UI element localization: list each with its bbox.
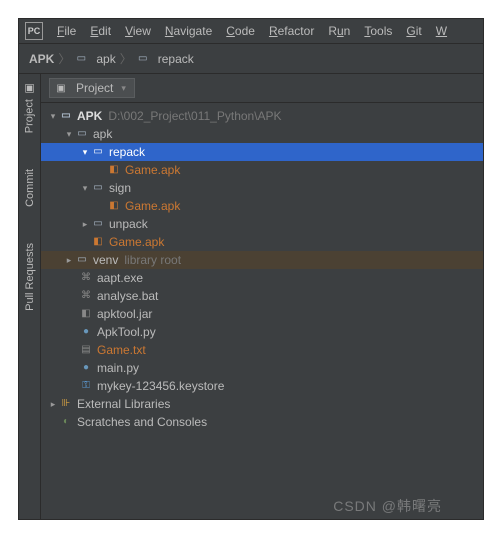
tree-label: main.py bbox=[97, 359, 139, 377]
folder-icon: ▭ bbox=[75, 127, 89, 141]
project-view-selector[interactable]: ▣ Project ▾ bbox=[49, 78, 135, 98]
menu-git[interactable]: Git bbox=[400, 22, 427, 40]
tree-label: mykey-123456.keystore bbox=[97, 377, 224, 395]
module-icon: ▭ bbox=[59, 109, 73, 123]
folder-icon: ▭ bbox=[136, 52, 150, 66]
menu-window[interactable]: W bbox=[430, 22, 453, 40]
tree-folder-repack[interactable]: ▭ repack bbox=[41, 143, 483, 161]
tree-label: External Libraries bbox=[77, 395, 170, 413]
tree-label: Game.apk bbox=[125, 161, 180, 179]
exe-file-icon: ⌘ bbox=[79, 271, 93, 285]
tree-file-sign-game[interactable]: ◧ Game.apk bbox=[41, 197, 483, 215]
expand-toggle[interactable] bbox=[47, 395, 59, 413]
project-icon: ▣ bbox=[23, 82, 36, 95]
menu-view[interactable]: View bbox=[119, 22, 157, 40]
keystore-file-icon: ⚿ bbox=[79, 379, 93, 393]
folder-icon: ▭ bbox=[74, 52, 88, 66]
apk-file-icon: ◧ bbox=[107, 199, 121, 213]
breadcrumb-item-apk[interactable]: ▭ apk bbox=[74, 52, 115, 66]
folder-icon: ▭ bbox=[91, 181, 105, 195]
tree-file-repack-game[interactable]: ◧ Game.apk bbox=[41, 161, 483, 179]
python-file-icon: ● bbox=[79, 325, 93, 339]
tree-label: sign bbox=[109, 179, 131, 197]
left-toolstrip: Project▣ Commit Pull Requests bbox=[19, 74, 41, 519]
tool-tab-pullrequests[interactable]: Pull Requests bbox=[24, 239, 36, 315]
expand-toggle[interactable] bbox=[63, 125, 75, 143]
menu-file[interactable]: File bbox=[51, 22, 82, 40]
menu-refactor[interactable]: Refactor bbox=[263, 22, 320, 40]
ide-window: PC File Edit View Navigate Code Refactor… bbox=[18, 18, 484, 520]
chevron-right-icon: 〉 bbox=[120, 50, 132, 67]
jar-file-icon: ◧ bbox=[79, 307, 93, 321]
project-icon: ▣ bbox=[54, 81, 68, 95]
menu-code[interactable]: Code bbox=[220, 22, 261, 40]
scratches-icon: ◐ bbox=[59, 415, 73, 429]
tree-file-apktoolpy[interactable]: ● ApkTool.py bbox=[41, 323, 483, 341]
folder-icon: ▭ bbox=[75, 253, 89, 267]
tree-label: apk bbox=[93, 125, 112, 143]
text-file-icon: ▤ bbox=[79, 343, 93, 357]
breadcrumb-root[interactable]: APK bbox=[29, 52, 54, 66]
tree-file-mainpy[interactable]: ● main.py bbox=[41, 359, 483, 377]
menu-run[interactable]: Run bbox=[322, 22, 356, 40]
tree-label: venv bbox=[93, 251, 118, 269]
apk-file-icon: ◧ bbox=[91, 235, 105, 249]
main-menubar: PC File Edit View Navigate Code Refactor… bbox=[19, 19, 483, 44]
expand-toggle[interactable] bbox=[79, 215, 91, 233]
libraries-icon: ⊪ bbox=[59, 397, 73, 411]
tree-file-keystore[interactable]: ⚿ mykey-123456.keystore bbox=[41, 377, 483, 395]
tool-tab-commit[interactable]: Commit bbox=[24, 165, 36, 211]
expand-toggle[interactable] bbox=[47, 107, 59, 125]
tree-label: APK bbox=[77, 107, 102, 125]
tree-folder-apk[interactable]: ▭ apk bbox=[41, 125, 483, 143]
tree-file-apktooljar[interactable]: ◧ apktool.jar bbox=[41, 305, 483, 323]
tree-root[interactable]: ▭ APK D:\002_Project\011_Python\APK bbox=[41, 107, 483, 125]
tree-path: D:\002_Project\011_Python\APK bbox=[108, 107, 281, 125]
tree-label: aapt.exe bbox=[97, 269, 143, 287]
expand-toggle[interactable] bbox=[79, 143, 91, 161]
tree-folder-unpack[interactable]: ▭ unpack bbox=[41, 215, 483, 233]
python-file-icon: ● bbox=[79, 361, 93, 375]
project-panel-header: ▣ Project ▾ bbox=[41, 74, 483, 103]
project-tree: ▭ APK D:\002_Project\011_Python\APK ▭ ap… bbox=[41, 103, 483, 435]
tree-label: Game.apk bbox=[109, 233, 164, 251]
bat-file-icon: ⌘ bbox=[79, 289, 93, 303]
tree-folder-sign[interactable]: ▭ sign bbox=[41, 179, 483, 197]
menu-tools[interactable]: Tools bbox=[358, 22, 398, 40]
tree-file-aapt[interactable]: ⌘ aapt.exe bbox=[41, 269, 483, 287]
tree-file-unpack-game[interactable]: ◧ Game.apk bbox=[41, 233, 483, 251]
app-logo: PC bbox=[25, 22, 43, 40]
chevron-right-icon: 〉 bbox=[58, 50, 70, 67]
menu-navigate[interactable]: Navigate bbox=[159, 22, 218, 40]
chevron-down-icon: ▾ bbox=[121, 83, 126, 94]
tree-label: Scratches and Consoles bbox=[77, 413, 207, 431]
tree-label: ApkTool.py bbox=[97, 323, 156, 341]
folder-icon: ▭ bbox=[91, 217, 105, 231]
tree-hint: library root bbox=[124, 251, 181, 269]
expand-toggle[interactable] bbox=[79, 179, 91, 197]
tree-folder-venv[interactable]: ▭ venv library root bbox=[41, 251, 483, 269]
tree-label: analyse.bat bbox=[97, 287, 158, 305]
tree-label: repack bbox=[109, 143, 145, 161]
tree-external-libraries[interactable]: ⊪ External Libraries bbox=[41, 395, 483, 413]
expand-toggle[interactable] bbox=[63, 251, 75, 269]
tool-tab-project[interactable]: Project▣ bbox=[23, 78, 36, 137]
breadcrumb: APK 〉 ▭ apk 〉 ▭ repack bbox=[19, 44, 483, 74]
menu-edit[interactable]: Edit bbox=[84, 22, 117, 40]
tree-file-gametxt[interactable]: ▤ Game.txt bbox=[41, 341, 483, 359]
tree-label: Game.apk bbox=[125, 197, 180, 215]
tree-label: unpack bbox=[109, 215, 148, 233]
breadcrumb-item-repack[interactable]: ▭ repack bbox=[136, 52, 194, 66]
tree-file-analyse[interactable]: ⌘ analyse.bat bbox=[41, 287, 483, 305]
apk-file-icon: ◧ bbox=[107, 163, 121, 177]
project-panel: ▣ Project ▾ ▭ APK D:\002_Project\011_Pyt… bbox=[41, 74, 483, 519]
tree-scratches[interactable]: ◐ Scratches and Consoles bbox=[41, 413, 483, 431]
main-area: Project▣ Commit Pull Requests ▣ Project … bbox=[19, 74, 483, 519]
tree-label: Game.txt bbox=[97, 341, 146, 359]
tree-label: apktool.jar bbox=[97, 305, 152, 323]
folder-icon: ▭ bbox=[91, 145, 105, 159]
